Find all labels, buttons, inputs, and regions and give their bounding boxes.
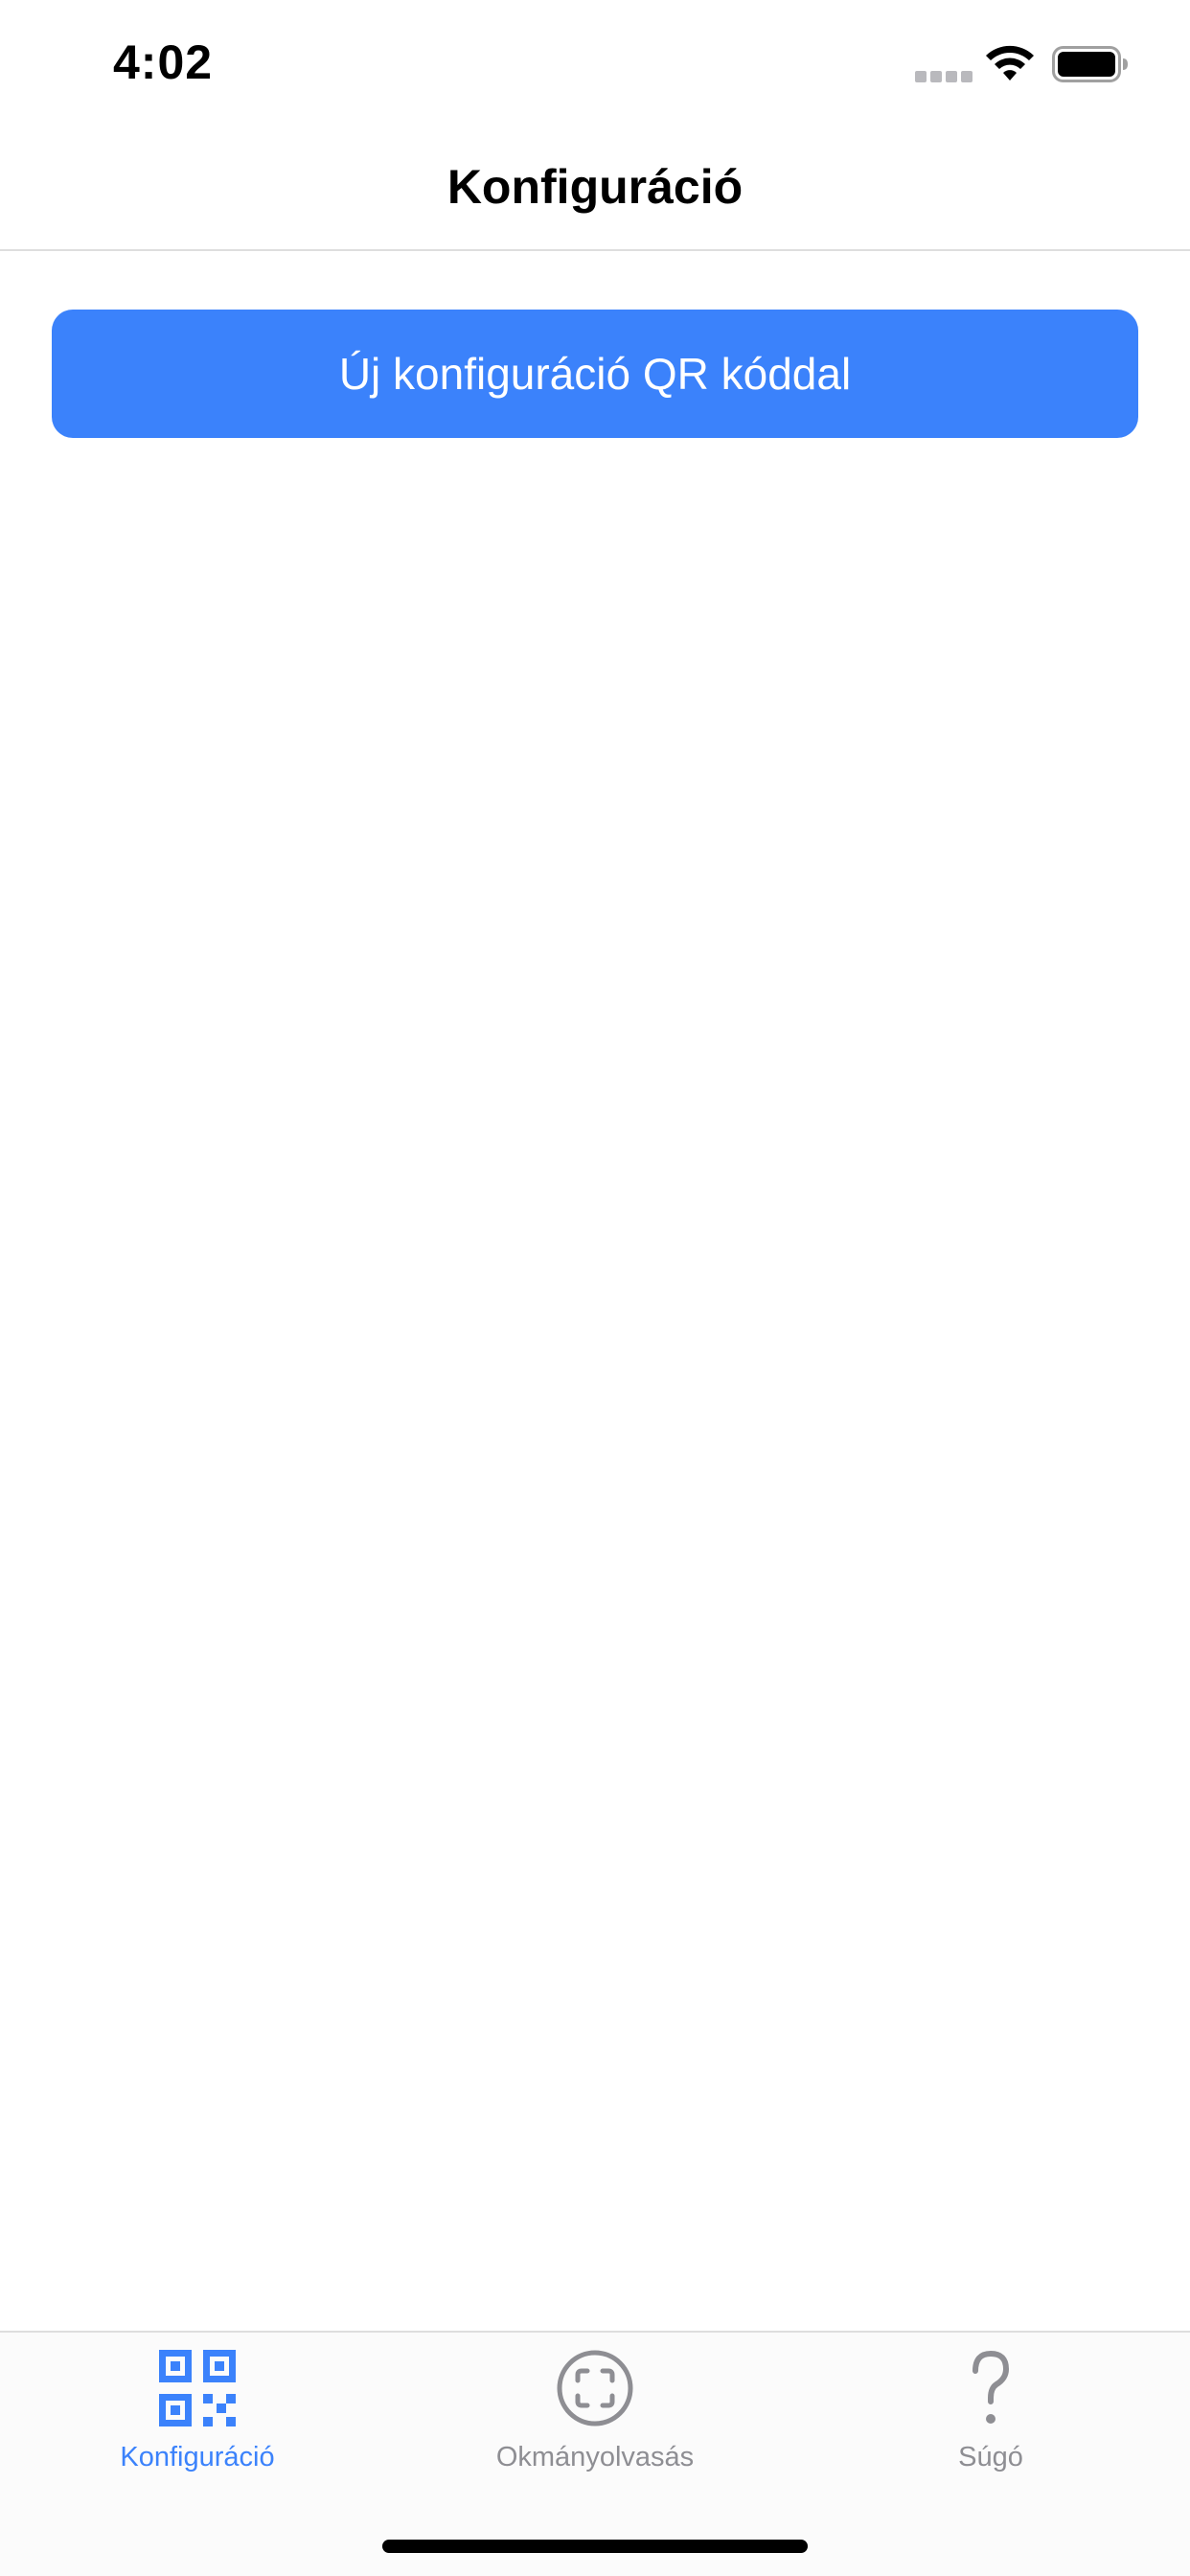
status-time: 4:02 (113, 35, 214, 89)
tab-document-reading[interactable]: Okmányolvasás (451, 2342, 739, 2496)
question-mark-icon (973, 2350, 1010, 2424)
face-scan-icon (557, 2350, 633, 2426)
battery-icon (1052, 46, 1128, 82)
screen: 4:02 Konfiguráció Új konfiguráció QR kód… (0, 0, 1190, 2576)
status-bar: 4:02 (0, 0, 1190, 126)
tab-label: Konfiguráció (120, 2442, 275, 2472)
tab-help[interactable]: Súgó (847, 2342, 1134, 2496)
cellular-signal-icon (915, 71, 973, 82)
page-title: Konfiguráció (446, 160, 744, 214)
tab-label: Okmányolvasás (495, 2442, 695, 2472)
tab-configuration[interactable]: Konfiguráció (54, 2342, 341, 2496)
home-indicator (382, 2540, 808, 2553)
wifi-icon (986, 45, 1034, 80)
navigation-bar: Konfiguráció (0, 126, 1190, 251)
tab-label: Súgó (958, 2442, 1023, 2472)
qr-code-icon (159, 2350, 236, 2426)
new-config-qr-button[interactable]: Új konfiguráció QR kóddal (52, 310, 1138, 438)
